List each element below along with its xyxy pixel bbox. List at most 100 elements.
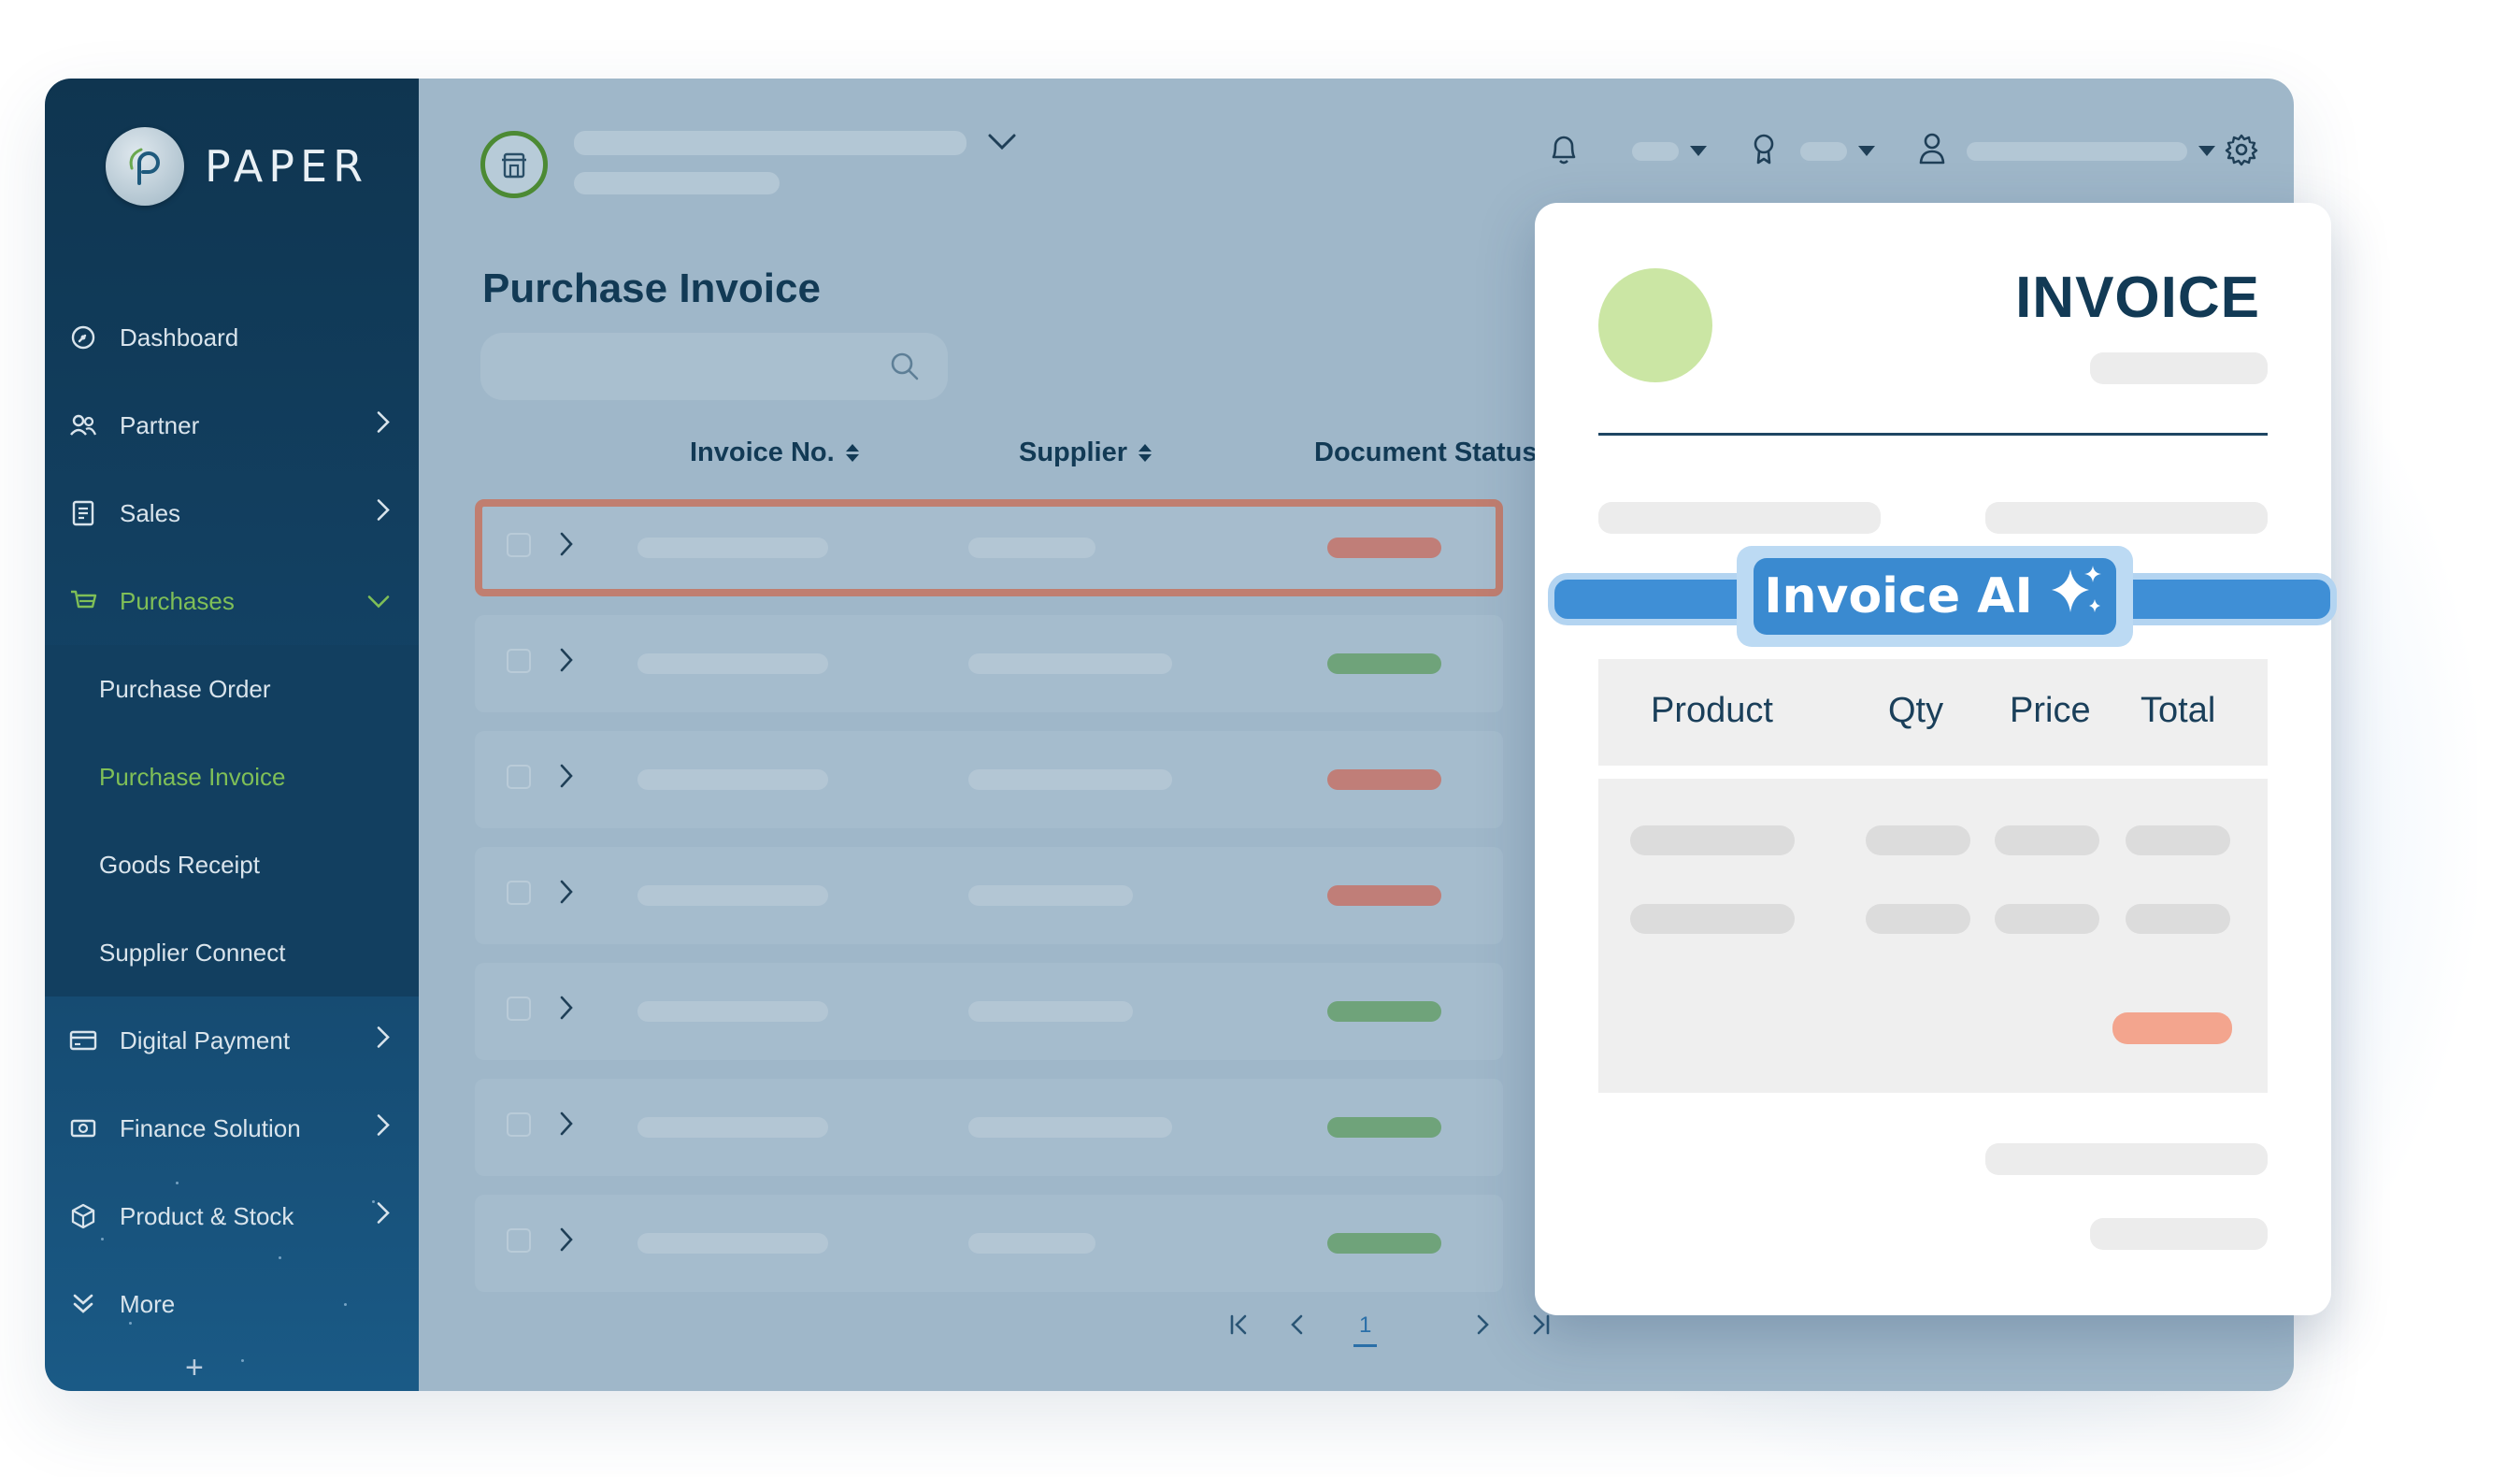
status-badge xyxy=(1327,885,1441,906)
grand-total-placeholder xyxy=(2090,1218,2268,1250)
bell-icon[interactable] xyxy=(1548,131,1580,171)
divider xyxy=(1598,433,2268,436)
caret-down-icon[interactable] xyxy=(1690,146,1707,156)
status-badge xyxy=(1327,538,1441,558)
sparkle-icon xyxy=(2048,562,2106,632)
vendor-logo-placeholder xyxy=(1598,268,1712,382)
header-total: Total xyxy=(2141,691,2216,730)
supplier-placeholder xyxy=(968,1233,1095,1254)
sort-icon xyxy=(1138,444,1153,462)
last-page-icon[interactable] xyxy=(1529,1312,1552,1343)
sidebar-subitem-goods-receipt[interactable]: Goods Receipt xyxy=(45,821,419,909)
company-name-placeholder xyxy=(574,131,966,155)
row-checkbox[interactable] xyxy=(507,533,531,557)
invoice-no-placeholder xyxy=(637,769,828,790)
row-checkbox[interactable] xyxy=(507,1112,531,1137)
page-title: Purchase Invoice xyxy=(482,265,821,311)
table-row[interactable] xyxy=(475,615,1503,712)
expand-row-icon[interactable] xyxy=(559,1111,574,1141)
brand-name: PAPER xyxy=(205,141,369,192)
user-icon[interactable] xyxy=(1918,131,1946,171)
status-badge xyxy=(1327,1117,1441,1138)
table-row[interactable] xyxy=(475,1079,1503,1176)
subtotal-placeholder xyxy=(1985,1143,2268,1175)
column-label: Invoice No. xyxy=(690,437,835,467)
row-checkbox[interactable] xyxy=(507,649,531,673)
invoice-table-lines xyxy=(1598,779,2268,1093)
company-avatar[interactable] xyxy=(480,131,548,198)
partner-icon xyxy=(69,411,97,439)
expand-row-icon[interactable] xyxy=(559,1226,574,1257)
expand-row-icon[interactable] xyxy=(559,995,574,1025)
sidebar-item-sales[interactable]: Sales xyxy=(45,469,419,557)
table-row[interactable] xyxy=(475,847,1503,944)
current-page[interactable]: 1 xyxy=(1353,1312,1378,1347)
chevron-right-icon xyxy=(376,1025,391,1056)
sidebar-item-label: Product & Stock xyxy=(120,1201,294,1230)
sidebar-item-label: Sales xyxy=(120,498,181,527)
status-badge xyxy=(1327,1001,1441,1022)
column-header-document-status[interactable]: Document Status xyxy=(1314,437,1562,468)
row-checkbox[interactable] xyxy=(507,881,531,905)
award-icon[interactable] xyxy=(1750,131,1778,173)
sidebar-subitem-purchase-invoice[interactable]: Purchase Invoice xyxy=(45,733,419,821)
decor-dot xyxy=(279,1256,281,1259)
table-row[interactable] xyxy=(475,499,1503,596)
table-row[interactable] xyxy=(475,731,1503,828)
table-row[interactable] xyxy=(475,963,1503,1060)
expand-row-icon[interactable] xyxy=(559,763,574,794)
sidebar-item-finance-solution[interactable]: Finance Solution xyxy=(45,1084,419,1172)
sidebar-item-purchases[interactable]: Purchases xyxy=(45,557,419,645)
invoice-no-placeholder xyxy=(637,1117,828,1138)
first-page-icon[interactable] xyxy=(1228,1312,1251,1343)
expand-row-icon[interactable] xyxy=(559,879,574,910)
status-badge xyxy=(1327,1233,1441,1254)
chevron-right-icon xyxy=(376,410,391,441)
line-cell xyxy=(1630,825,1795,855)
table-row[interactable] xyxy=(475,1195,1503,1292)
column-header-supplier[interactable]: Supplier xyxy=(1019,437,1153,468)
sidebar-item-partner[interactable]: Partner xyxy=(45,381,419,469)
sidebar: PAPER Dashboard Partner Sales Purchases … xyxy=(45,79,419,1391)
decor-dot xyxy=(372,1200,375,1203)
expand-row-icon[interactable] xyxy=(559,531,574,562)
product-icon xyxy=(69,1202,97,1230)
sidebar-item-dashboard[interactable]: Dashboard xyxy=(45,294,419,381)
sidebar-subitem-supplier-connect[interactable]: Supplier Connect xyxy=(45,909,419,997)
purchases-submenu: Purchase Order Purchase Invoice Goods Re… xyxy=(45,645,419,997)
line-cell xyxy=(1866,904,1970,934)
sidebar-item-label: Purchases xyxy=(120,586,235,615)
status-badge xyxy=(1327,769,1441,790)
sparkle-decoration: + xyxy=(185,1350,204,1385)
prev-page-icon[interactable] xyxy=(1288,1312,1307,1343)
row-checkbox[interactable] xyxy=(507,765,531,789)
sidebar-item-product-stock[interactable]: Product & Stock xyxy=(45,1172,419,1260)
sidebar-item-more[interactable]: More xyxy=(45,1260,419,1348)
caret-down-icon[interactable] xyxy=(1858,146,1875,156)
column-label: Supplier xyxy=(1019,437,1128,467)
purchases-icon xyxy=(69,587,97,615)
company-switch-chevron-icon[interactable] xyxy=(987,133,1017,156)
brand-logo[interactable]: PAPER xyxy=(106,127,368,206)
expand-row-icon[interactable] xyxy=(559,647,574,678)
sidebar-item-label: Digital Payment xyxy=(120,1025,291,1054)
gear-icon[interactable] xyxy=(2225,133,2258,171)
sidebar-subitem-purchase-order[interactable]: Purchase Order xyxy=(45,645,419,733)
invoice-ai-badge[interactable]: Invoice AI xyxy=(1754,558,2116,635)
finance-icon xyxy=(69,1114,97,1142)
plan-placeholder xyxy=(1800,142,1847,161)
sort-icon xyxy=(845,444,859,462)
chevron-right-icon xyxy=(376,1113,391,1144)
row-checkbox[interactable] xyxy=(507,997,531,1021)
decor-dot xyxy=(129,1322,132,1325)
bill-from-placeholder xyxy=(1598,502,1881,534)
column-header-invoice-no[interactable]: Invoice No. xyxy=(690,437,859,468)
next-page-icon[interactable] xyxy=(1473,1312,1492,1343)
row-checkbox[interactable] xyxy=(507,1228,531,1253)
invoice-no-placeholder xyxy=(637,653,828,674)
caret-down-icon[interactable] xyxy=(2198,146,2215,156)
search-input[interactable] xyxy=(480,333,948,400)
invoice-no-placeholder xyxy=(637,538,828,558)
sales-icon xyxy=(69,499,97,527)
sidebar-item-digital-payment[interactable]: Digital Payment xyxy=(45,997,419,1084)
